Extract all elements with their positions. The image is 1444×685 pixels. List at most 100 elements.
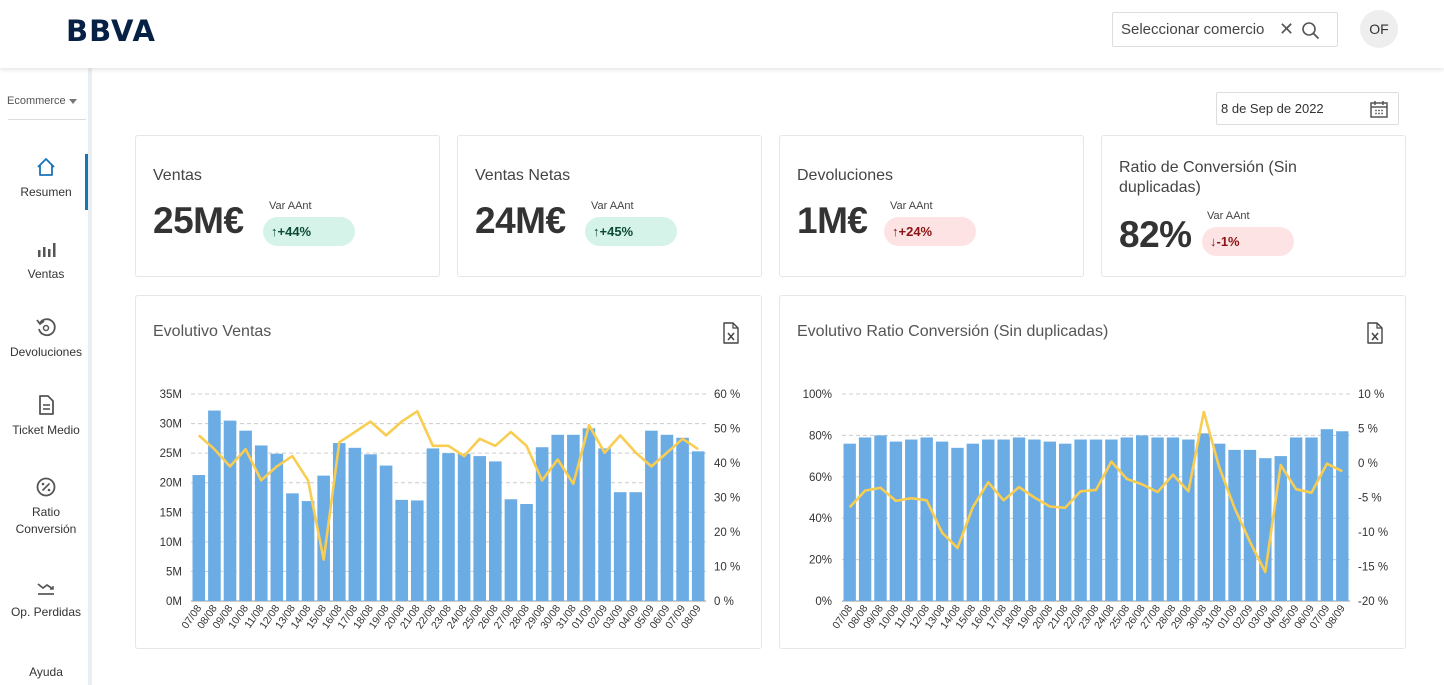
bar bbox=[613, 492, 627, 601]
y-tick-label: 30M bbox=[160, 419, 182, 431]
bbva-logo[interactable]: BBVA bbox=[66, 14, 156, 48]
channel-selector[interactable]: Ecommerce bbox=[7, 95, 77, 107]
kpi-var-label: Var AAnt bbox=[269, 200, 312, 212]
y2-tick-label: 0 % bbox=[714, 596, 734, 608]
bar bbox=[1089, 439, 1103, 601]
y-tick-label: 25M bbox=[160, 448, 182, 460]
bar bbox=[660, 434, 674, 601]
bar bbox=[1320, 429, 1334, 601]
bar bbox=[645, 430, 658, 601]
sidebar-item-ayuda[interactable]: Ayuda bbox=[0, 664, 92, 681]
bar bbox=[1259, 458, 1272, 601]
user-avatar[interactable]: OF bbox=[1360, 10, 1398, 48]
sidebar-item-op-perdidas[interactable]: Op. Perdidas bbox=[0, 576, 92, 621]
bar bbox=[1074, 439, 1087, 601]
y2-tick-label: 10 % bbox=[714, 562, 740, 574]
bar bbox=[1135, 435, 1149, 601]
bar bbox=[410, 500, 424, 601]
kpi-card-ventas-netas: Ventas Netas 24M€ Var AAnt ↑+45% bbox=[457, 135, 762, 277]
receipt-icon bbox=[39, 395, 54, 415]
y2-tick-label: 10 % bbox=[1358, 389, 1384, 401]
sidebar-item-resumen[interactable]: Resumen bbox=[0, 156, 92, 201]
bar bbox=[843, 443, 856, 601]
bar bbox=[1289, 437, 1303, 601]
chart-card-ventas: Evolutivo Ventas 35M 30M 25M 20M 15M 10M 5M 0M 6… bbox=[135, 295, 762, 649]
date-picker[interactable]: 8 de Sep de 2022 bbox=[1216, 92, 1399, 125]
bar bbox=[1151, 437, 1164, 601]
bar bbox=[489, 461, 502, 601]
sidebar-item-ticket-medio[interactable]: Ticket Medio bbox=[0, 394, 92, 439]
merchant-search[interactable]: ✕ bbox=[1112, 12, 1338, 47]
y-tick-label: 80% bbox=[809, 430, 832, 442]
kpi-title: Devoluciones bbox=[797, 167, 894, 184]
kpi-card-ratio-conversion: Ratio de Conversión (Sin duplicadas) 82%… bbox=[1101, 135, 1406, 277]
kpi-var-badge: ↑+24% bbox=[884, 217, 976, 246]
sidebar-item-label: Ratio Conversión bbox=[15, 505, 77, 536]
bar bbox=[223, 420, 237, 601]
clear-icon[interactable]: ✕ bbox=[1279, 19, 1294, 40]
bar bbox=[301, 501, 315, 601]
bar bbox=[1336, 431, 1349, 601]
kpi-title: Ventas Netas bbox=[475, 167, 571, 184]
bar bbox=[442, 453, 455, 601]
bar bbox=[951, 447, 964, 601]
kpi-value: 82% bbox=[1119, 214, 1192, 255]
y2-tick-label: -20 % bbox=[1358, 596, 1388, 608]
kpi-var-label: Var AAnt bbox=[591, 200, 634, 212]
bar bbox=[920, 437, 933, 601]
bar bbox=[286, 493, 299, 601]
sidebar-item-label: Ticket Medio bbox=[12, 423, 80, 437]
chart-card-ratio-conversion: Evolutivo Ratio Conversión (Sin duplicad… bbox=[779, 295, 1406, 649]
bar bbox=[1243, 449, 1257, 601]
bar bbox=[364, 454, 377, 601]
y-tick-label: 20% bbox=[809, 555, 832, 567]
kpi-title: Ventas bbox=[153, 167, 202, 184]
top-bar: BBVA ✕ OF bbox=[0, 0, 1444, 68]
y-tick-label: 5M bbox=[166, 566, 182, 578]
bar bbox=[598, 448, 611, 601]
calendar-icon bbox=[1370, 101, 1388, 118]
bar bbox=[504, 499, 518, 601]
y2-tick-label: 20 % bbox=[714, 527, 740, 539]
bar bbox=[457, 453, 471, 601]
bar bbox=[192, 475, 206, 601]
channel-selector-label: Ecommerce bbox=[7, 95, 66, 107]
bar bbox=[208, 410, 221, 601]
sidebar-item-label: Op. Perdidas bbox=[10, 605, 82, 619]
sidebar-divider bbox=[8, 119, 86, 120]
bar bbox=[629, 492, 643, 601]
bar bbox=[997, 439, 1010, 601]
kpi-card-devoluciones: Devoluciones 1M€ Var AAnt ↑+24% bbox=[779, 135, 1084, 277]
date-value: 8 de Sep de 2022 bbox=[1221, 101, 1324, 116]
y-tick-label: 0M bbox=[166, 596, 182, 608]
bar bbox=[520, 504, 533, 601]
sidebar-item-devoluciones[interactable]: Devoluciones bbox=[0, 316, 92, 361]
y2-tick-label: -15 % bbox=[1358, 562, 1388, 574]
bar bbox=[1028, 439, 1041, 601]
sidebar-item-ratio-conversion[interactable]: Ratio Conversión bbox=[0, 476, 92, 538]
sidebar-item-ventas[interactable]: Ventas bbox=[0, 238, 92, 283]
percent-badge-icon bbox=[36, 477, 56, 497]
bar bbox=[1197, 433, 1210, 601]
search-icon[interactable] bbox=[1301, 21, 1321, 41]
bar bbox=[1274, 456, 1287, 601]
kpi-value: 1M€ bbox=[797, 200, 868, 241]
bar bbox=[1043, 441, 1057, 601]
caret-down-icon bbox=[68, 98, 77, 104]
sidebar-item-label: Resumen bbox=[20, 185, 72, 199]
sidebar-item-label: Ayuda bbox=[29, 665, 63, 679]
bar bbox=[676, 437, 689, 601]
kpi-value: 24M€ bbox=[475, 200, 566, 241]
kpi-card-ventas: Ventas 25M€ Var AAnt ↑+44% bbox=[135, 135, 440, 277]
bar bbox=[966, 443, 980, 601]
bar bbox=[567, 434, 580, 601]
sidebar-item-label: Ventas bbox=[27, 267, 65, 281]
y2-tick-label: 0 % bbox=[1358, 458, 1378, 470]
trend-down-icon bbox=[37, 583, 54, 595]
bar bbox=[982, 439, 995, 601]
y-tick-label: 0% bbox=[815, 596, 832, 608]
y-tick-label: 35M bbox=[160, 389, 182, 401]
merchant-search-input[interactable] bbox=[1121, 13, 1271, 46]
bar bbox=[379, 465, 393, 601]
bar bbox=[582, 428, 596, 601]
